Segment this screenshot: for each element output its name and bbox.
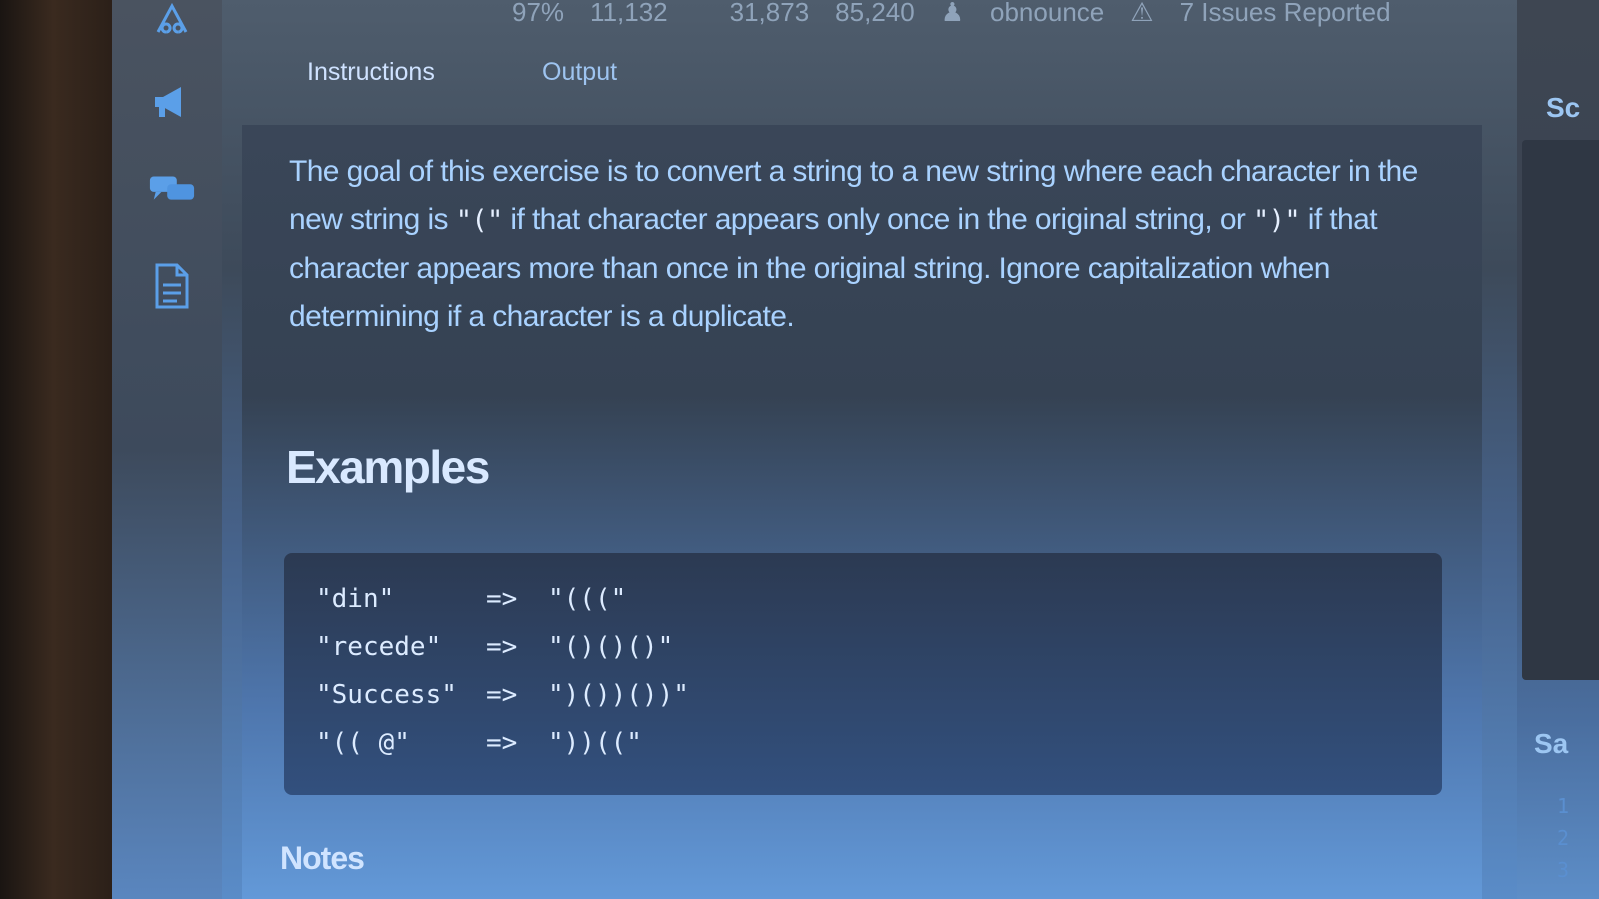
sample-tests-label: Sa bbox=[1534, 728, 1569, 759]
satisfaction-stat: 97% bbox=[512, 0, 565, 27]
warning-icon: ⚠ bbox=[1130, 0, 1154, 27]
example-output: "))((" bbox=[548, 728, 642, 758]
example-input: "recede" bbox=[316, 632, 442, 662]
document-icon[interactable] bbox=[148, 262, 196, 310]
example-arrow: => bbox=[486, 728, 518, 758]
home-icon[interactable] bbox=[148, 0, 196, 42]
example-row: "(( @" => "))((" bbox=[316, 719, 642, 767]
example-output: ")())())" bbox=[548, 680, 689, 710]
chat-icon[interactable] bbox=[148, 166, 196, 214]
examples-heading: Examples bbox=[286, 441, 490, 493]
issues-link[interactable]: 7 Issues Reported bbox=[1180, 0, 1391, 28]
tab-bar: Instructions Output bbox=[307, 52, 617, 93]
solution-card bbox=[1522, 140, 1599, 680]
example-output: "(((" bbox=[548, 584, 627, 614]
kata-stats-bar: 97% 11,132 31,873 85,240 ♟ obnounce ⚠ 7 … bbox=[512, 0, 1592, 30]
stars-stat: 11,132 bbox=[590, 0, 668, 27]
description-text-2: if that character appears only once in t… bbox=[510, 203, 1246, 236]
example-input: "(( @" bbox=[316, 728, 410, 758]
screen: 97% 11,132 31,873 85,240 ♟ obnounce ⚠ 7 … bbox=[112, 0, 1599, 899]
example-row: "Success" => ")())())" bbox=[316, 671, 689, 719]
inline-code-open-paren: "(" bbox=[455, 205, 504, 236]
instructions-description: The goal of this exercise is to convert … bbox=[289, 148, 1459, 341]
example-arrow: => bbox=[486, 632, 518, 662]
attempts-stat: 85,240 bbox=[835, 0, 915, 27]
example-input: "Success" bbox=[316, 680, 457, 710]
examples-code-block: "din" => "(((" "recede" => "()()()" "Suc… bbox=[284, 553, 1442, 795]
completed-stat: 31,873 bbox=[729, 0, 810, 27]
example-arrow: => bbox=[486, 680, 518, 710]
example-arrow: => bbox=[486, 584, 518, 614]
tab-instructions[interactable]: Instructions bbox=[307, 52, 542, 93]
megaphone-icon[interactable] bbox=[148, 78, 196, 126]
line-number: 3 bbox=[1557, 858, 1570, 882]
example-row: "din" => "(((" bbox=[316, 575, 626, 623]
example-output: "()()()" bbox=[548, 632, 674, 662]
notes-heading: Notes bbox=[280, 840, 365, 876]
line-numbers: 1 2 3 bbox=[1557, 790, 1569, 886]
line-number: 1 bbox=[1557, 794, 1570, 818]
line-number: 2 bbox=[1557, 826, 1570, 850]
example-row: "recede" => "()()()" bbox=[316, 623, 673, 671]
author-link[interactable]: obnounce bbox=[990, 0, 1104, 28]
solution-label: Sc bbox=[1546, 92, 1581, 123]
inline-code-close-paren: ")" bbox=[1253, 205, 1301, 236]
tab-output[interactable]: Output bbox=[542, 52, 617, 93]
sidebar bbox=[112, 0, 222, 899]
user-icon: ♟ bbox=[940, 0, 965, 27]
monitor-bezel bbox=[0, 0, 118, 899]
example-input: "din" bbox=[316, 584, 395, 614]
